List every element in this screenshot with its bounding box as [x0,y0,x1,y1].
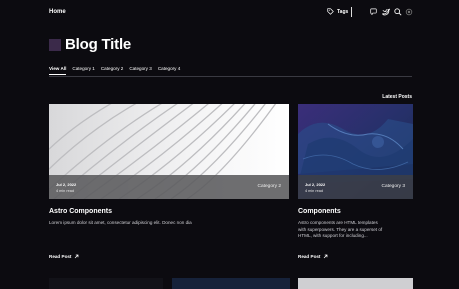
read-post-label: Read Post [49,254,72,259]
read-post-link[interactable]: Read Post [298,254,328,259]
tab-category-4[interactable]: Category 4 [158,66,180,75]
arrow-up-right-icon [324,254,328,259]
tags-link[interactable]: Tags [327,8,348,15]
post-card-image[interactable] [49,278,163,289]
category-tabs: View All Category 1 Category 2 Category … [49,66,186,75]
description-line: Astro components are HTML templates [298,220,378,225]
post-category[interactable]: Category 3 [382,184,405,189]
mastodon-icon[interactable] [370,8,377,16]
tab-category-1[interactable]: Category 1 [72,66,94,75]
post-card-image[interactable] [298,278,413,289]
post-card-image[interactable] [172,278,290,289]
post-date: Jul 2, 2022 [305,182,326,187]
post-description: Astro components are HTML templates with… [298,220,416,240]
tags-label: Tags [337,8,349,15]
post-read-time: 4 min read [56,189,74,193]
post-card-image[interactable]: Jul 2, 2022 4 min read Category 2 [49,104,289,199]
read-post-link[interactable]: Read Post [49,254,79,259]
twitter-icon[interactable] [382,8,390,16]
post-title[interactable]: Astro Components [49,208,112,215]
post-card-image[interactable]: Jul 2, 2022 4 min read Category 3 [298,104,413,199]
logo-square [49,38,61,51]
latest-posts-heading: Latest Posts [382,94,412,100]
nav-divider [351,7,352,17]
tab-category-3[interactable]: Category 3 [129,66,151,75]
description-line: HTML, with support for including... [298,233,368,239]
post-description: Lorem ipsum dolor sit amet, consectetur … [49,220,192,225]
post-read-time: 4 min read [305,189,323,193]
blog-header: Blog Title [49,36,131,53]
description-line: with superpowers. They are a superset of [298,226,383,232]
post-date: Jul 2, 2022 [56,182,77,187]
post-category[interactable]: Category 2 [258,184,281,189]
tag-icon [327,8,334,15]
post-meta-overlay: Jul 2, 2022 4 min read Category 3 [298,175,413,199]
page-title: Blog Title [65,36,132,53]
tabs-divider [49,76,412,77]
top-nav: Home Tags [0,0,459,28]
post-meta-overlay: Jul 2, 2022 4 min read Category 2 [49,175,289,199]
tab-category-2[interactable]: Category 2 [101,66,123,75]
post-title[interactable]: Components [298,208,341,215]
tab-view-all[interactable]: View All [49,66,67,75]
theme-toggle-icon[interactable] [405,8,413,16]
read-post-label: Read Post [298,254,321,259]
home-link[interactable]: Home [49,9,66,15]
search-icon[interactable] [394,8,402,16]
arrow-up-right-icon [75,254,79,259]
